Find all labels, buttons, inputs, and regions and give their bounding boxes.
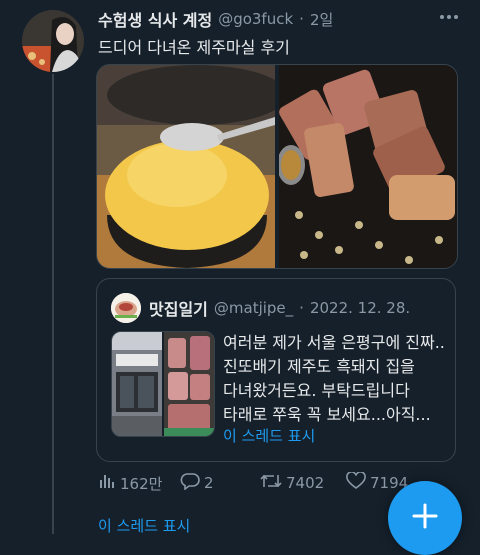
views-icon <box>98 472 116 494</box>
retweet-count: 7402 <box>286 474 325 492</box>
quoted-handle[interactable]: @matjipe_ <box>214 299 293 317</box>
timestamp[interactable]: 2일 <box>310 9 333 30</box>
show-thread-link[interactable]: 이 스레드 표시 <box>98 515 190 536</box>
thread-connector-line <box>52 74 54 534</box>
views-count: 162만 <box>120 474 163 493</box>
quoted-show-thread-link[interactable]: 이 스레드 표시 <box>223 425 315 446</box>
separator-dot: · <box>299 10 304 28</box>
quoted-tweet[interactable]: 맛집일기 @matjipe_ · 2022. 12. 28. 여러분 제가 서울… <box>96 278 456 462</box>
retweet-icon <box>260 472 282 494</box>
tweet-header: 수험생 식사 계정 @go3fuck · 2일 <box>98 6 460 32</box>
avatar[interactable] <box>22 10 84 72</box>
display-name[interactable]: 수험생 식사 계정 <box>98 7 212 31</box>
quoted-date: 2022. 12. 28. <box>309 299 411 317</box>
compose-tweet-button[interactable] <box>388 481 462 555</box>
retweet-button[interactable]: 7402 <box>260 472 324 494</box>
media-image-egg-stew[interactable] <box>97 65 275 268</box>
media-image-grilled-pork[interactable] <box>279 65 457 268</box>
quoted-avatar[interactable] <box>111 293 141 323</box>
heart-icon <box>346 471 366 494</box>
quoted-tweet-text: 여러분 제가 서울 은평구에 진짜..진또배기 제주도 흑돼지 집을 다녀왔거든… <box>223 333 445 424</box>
more-dots-icon[interactable] <box>438 6 460 33</box>
media-grid <box>96 64 458 269</box>
quoted-separator-dot: · <box>299 299 304 317</box>
quoted-tweet-header: 맛집일기 @matjipe_ · 2022. 12. 28. <box>111 293 445 323</box>
reply-icon <box>180 472 200 494</box>
quoted-media-thumbnail[interactable] <box>111 331 215 437</box>
quoted-display-name[interactable]: 맛집일기 <box>149 296 208 320</box>
handle[interactable]: @go3fuck <box>218 10 293 28</box>
reply-button[interactable]: 2 <box>180 472 214 494</box>
views-button[interactable]: 162만 <box>98 472 162 494</box>
plus-icon <box>410 501 440 535</box>
reply-count: 2 <box>204 474 214 492</box>
tweet-text: 드디어 다녀온 제주마실 후기 <box>98 38 290 57</box>
